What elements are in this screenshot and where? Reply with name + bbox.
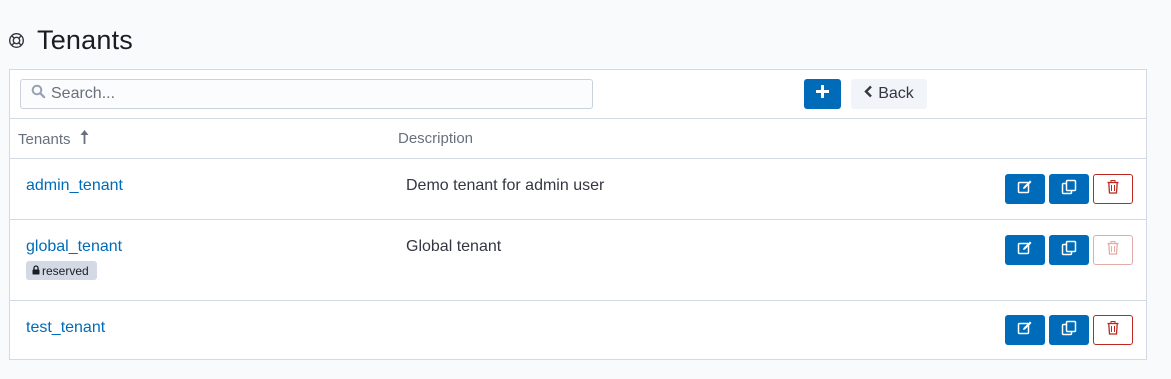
table-row: admin_tenant Demo tenant for admin user xyxy=(10,159,1146,220)
column-header-label: Description xyxy=(398,130,474,147)
trash-icon xyxy=(1107,320,1119,340)
column-header-description: Description xyxy=(398,130,473,147)
table-row: global_tenant reserved Global tenant xyxy=(10,220,1146,301)
delete-button-disabled xyxy=(1093,235,1133,265)
tenants-panel: Back Tenants Description admin_tenant De… xyxy=(9,69,1147,360)
edit-icon xyxy=(1017,240,1033,261)
duplicate-button[interactable] xyxy=(1049,315,1089,345)
edit-button[interactable] xyxy=(1005,235,1045,265)
duplicate-button[interactable] xyxy=(1049,174,1089,204)
back-label: Back xyxy=(878,85,914,102)
lock-icon xyxy=(32,264,42,278)
tenants-icon xyxy=(8,32,25,49)
search-input[interactable] xyxy=(49,84,573,104)
tenant-name-link[interactable]: test_tenant xyxy=(26,319,105,337)
tenant-name-link[interactable]: global_tenant xyxy=(26,238,122,256)
copy-icon xyxy=(1061,320,1077,341)
toolbar: Back xyxy=(10,70,1146,119)
chevron-left-icon xyxy=(864,85,873,103)
page-header: Tenants xyxy=(8,24,133,56)
search-box[interactable] xyxy=(20,79,593,109)
reserved-badge: reserved xyxy=(26,261,97,280)
tenant-name-link[interactable]: admin_tenant xyxy=(26,177,123,195)
back-button[interactable]: Back xyxy=(851,79,927,109)
copy-icon xyxy=(1061,179,1077,200)
tenant-description: Global tenant xyxy=(406,238,502,255)
plus-icon xyxy=(816,85,829,103)
column-header-tenants[interactable]: Tenants xyxy=(18,130,89,149)
search-icon xyxy=(31,84,46,104)
badge-label: reserved xyxy=(42,263,89,278)
tenant-description: Demo tenant for admin user xyxy=(406,177,605,194)
page-title: Tenants xyxy=(37,24,133,55)
trash-icon xyxy=(1107,240,1119,260)
add-tenant-button[interactable] xyxy=(804,79,841,109)
sort-ascending-icon xyxy=(80,130,89,149)
duplicate-button[interactable] xyxy=(1049,235,1089,265)
delete-button[interactable] xyxy=(1093,174,1133,204)
edit-icon xyxy=(1017,179,1033,200)
table-header: Tenants Description xyxy=(10,119,1146,159)
table-row: test_tenant xyxy=(10,301,1146,360)
copy-icon xyxy=(1061,240,1077,261)
delete-button[interactable] xyxy=(1093,315,1133,345)
trash-icon xyxy=(1107,179,1119,199)
edit-button[interactable] xyxy=(1005,174,1045,204)
column-header-label: Tenants xyxy=(18,131,71,148)
edit-icon xyxy=(1017,320,1033,341)
edit-button[interactable] xyxy=(1005,315,1045,345)
